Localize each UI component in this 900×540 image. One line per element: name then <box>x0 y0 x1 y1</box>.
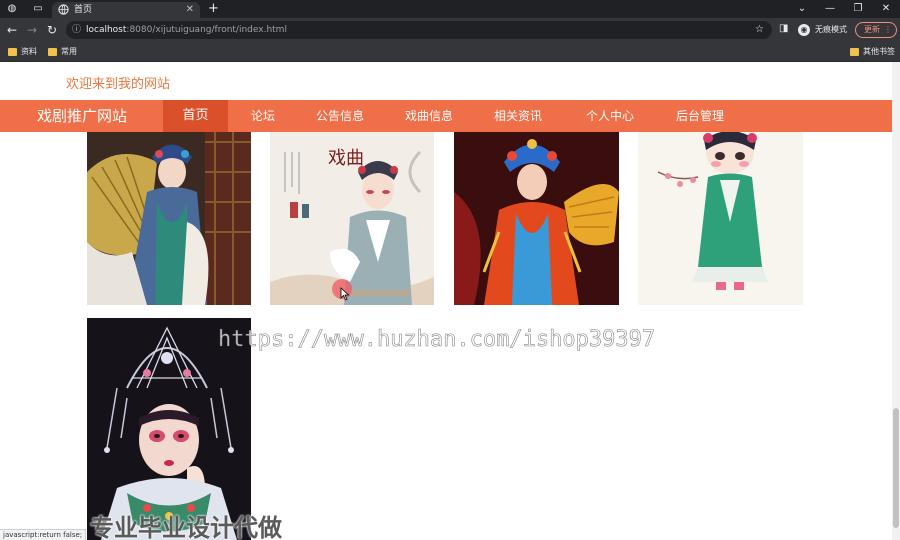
promo-text: 专业毕业设计代做 <box>90 514 282 540</box>
nav-home[interactable]: 首页 <box>163 100 228 132</box>
nav-user-center[interactable]: 个人中心 <box>577 100 643 132</box>
browser-tab-bar: ◍ ▭ 首页 ✕ + ⌄ — ❐ ✕ <box>0 0 900 18</box>
browser-toolbar: ← → ↻ ⓘ localhost:8080/xijutuiguang/fron… <box>0 18 900 42</box>
nav-notices[interactable]: 公告信息 <box>307 100 373 132</box>
bookmark-star-icon[interactable]: ☆ <box>755 21 764 39</box>
site-info-icon[interactable]: ⓘ <box>72 21 81 39</box>
welcome-text: 欢迎来到我的网站 <box>66 77 171 92</box>
browser-menu-icon[interactable]: ◍ <box>6 3 18 15</box>
update-button[interactable]: 更新 ⋮ <box>855 22 897 38</box>
scrollbar-thumb[interactable] <box>893 408 899 528</box>
back-icon[interactable]: ← <box>4 22 20 38</box>
opera-image-1 <box>87 132 251 305</box>
bookmark-folder-2[interactable]: 常用 <box>48 46 77 58</box>
poster-title: 戏曲 <box>328 148 364 169</box>
side-panel-icon[interactable]: ◨ <box>779 23 788 34</box>
folder-icon <box>48 48 57 56</box>
nav-opera-info[interactable]: 戏曲信息 <box>396 100 462 132</box>
watermark-text: https://www.huzhan.com/ishop39397 <box>218 327 656 353</box>
forward-icon[interactable]: → <box>24 22 40 38</box>
restore-icon[interactable]: ❐ <box>844 0 872 18</box>
tab-list-icon[interactable]: ▭ <box>32 3 44 15</box>
address-bar[interactable]: ⓘ localhost:8080/xijutuiguang/front/inde… <box>66 21 772 39</box>
folder-icon <box>8 48 17 56</box>
site-name[interactable]: 戏剧推广网站 <box>37 100 127 132</box>
opera-image-3 <box>454 132 619 305</box>
opera-image-4 <box>638 132 803 305</box>
mouse-cursor-icon <box>340 287 350 301</box>
nav-news[interactable]: 相关资讯 <box>485 100 551 132</box>
page-scrollbar[interactable] <box>892 62 900 540</box>
reload-icon[interactable]: ↻ <box>44 22 60 38</box>
incognito-icon: ◉ <box>798 24 810 36</box>
new-tab-icon[interactable]: + <box>208 1 219 16</box>
opera-card-4[interactable] <box>638 132 803 305</box>
browser-tab[interactable]: 首页 ✕ <box>52 2 200 18</box>
opera-gallery: 戏曲 https://www.huzhan.com/ishop39397 专业毕… <box>0 132 892 540</box>
folder-icon <box>850 48 859 56</box>
minimize-icon[interactable]: — <box>816 0 844 18</box>
nav-forum[interactable]: 论坛 <box>238 100 288 132</box>
opera-card-1[interactable] <box>87 132 251 305</box>
more-menu-icon: ⋮ <box>884 25 892 34</box>
tab-search-chevron-icon[interactable]: ⌄ <box>788 0 816 18</box>
tab-close-icon[interactable]: ✕ <box>186 2 194 18</box>
bookmark-label: 资料 <box>21 47 37 56</box>
incognito-profile[interactable]: ◉ 无痕模式 <box>798 22 847 38</box>
url-host: localhost <box>86 25 127 35</box>
globe-icon <box>58 4 69 15</box>
page-viewport: 欢迎来到我的网站 戏剧推广网站 首页 论坛 公告信息 戏曲信息 相关资讯 个人中… <box>0 62 892 540</box>
window-close-icon[interactable]: ✕ <box>872 0 900 18</box>
bookmark-folder-1[interactable]: 资料 <box>8 46 37 58</box>
nav-admin[interactable]: 后台管理 <box>667 100 733 132</box>
other-bookmarks[interactable]: 其他书签 <box>850 46 895 58</box>
bookmark-label: 常用 <box>61 47 77 56</box>
main-navbar: 戏剧推广网站 首页 论坛 公告信息 戏曲信息 相关资讯 个人中心 后台管理 <box>0 100 892 132</box>
opera-card-3[interactable] <box>454 132 619 305</box>
tab-title: 首页 <box>74 5 93 15</box>
update-label: 更新 <box>864 25 880 34</box>
status-bar: javascript:return false; <box>0 529 87 540</box>
other-bookmarks-label: 其他书签 <box>863 47 895 56</box>
url-path: :8080/xijutuiguang/front/index.html <box>126 25 287 35</box>
opera-image-2: 戏曲 <box>270 132 434 305</box>
opera-card-2[interactable]: 戏曲 <box>270 132 434 305</box>
profile-label: 无痕模式 <box>815 25 847 34</box>
bookmarks-bar: 资料 常用 其他书签 <box>0 42 900 62</box>
